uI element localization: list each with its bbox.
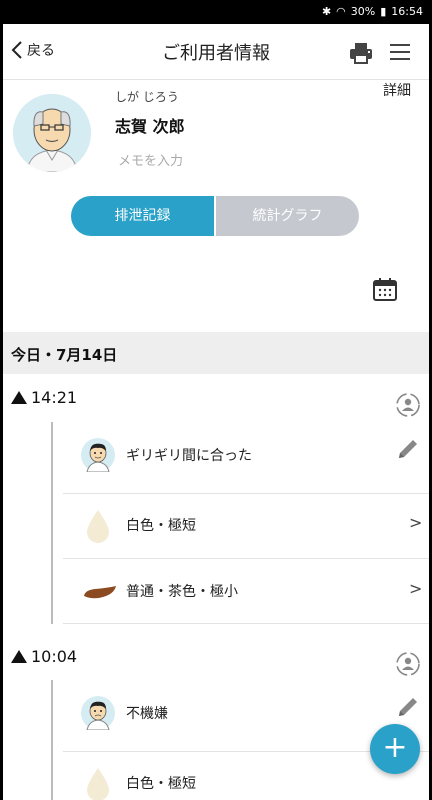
app-header: 戻る ご利用者情報 <box>3 24 429 80</box>
battery-icon: ▮ <box>380 5 387 18</box>
user-name: 志賀 次郎 <box>115 117 185 136</box>
date-label: 今日・7月14日 <box>11 346 118 364</box>
caregiver-avatar-icon <box>81 696 115 730</box>
triangle-icon <box>11 650 27 663</box>
pencil-icon[interactable] <box>395 436 421 462</box>
date-header: 今日・7月14日 <box>3 332 429 374</box>
stool-summary: 普通・茶色・極小 <box>126 584 238 600</box>
comment-text: ギリギリ間に合った <box>126 448 252 464</box>
bluetooth-icon: ✱ <box>321 5 332 18</box>
timeline-line <box>51 680 53 800</box>
pencil-icon[interactable] <box>395 694 421 720</box>
tab-statistics-graph[interactable]: 統計グラフ <box>216 196 359 236</box>
status-bar: ✱ ◠ 30% ▮ 16:54 <box>3 0 429 24</box>
comment-text: 不機嫌 <box>126 706 168 722</box>
caregiver-sync-icon[interactable] <box>395 392 421 418</box>
wifi-icon: ◠ <box>336 5 346 18</box>
urine-summary: 白色・極短 <box>126 518 196 534</box>
caregiver-sync-icon[interactable] <box>395 651 421 677</box>
memo-input[interactable]: メモを入力 <box>118 150 183 169</box>
battery-percent: 30% <box>350 5 376 18</box>
urine-drop-icon <box>87 510 109 543</box>
add-record-button[interactable]: + <box>370 724 420 774</box>
hamburger-menu-icon[interactable] <box>388 42 412 62</box>
entry-time: 14:21 <box>11 388 77 407</box>
triangle-icon <box>11 391 27 404</box>
view-tabs: 排泄記録 統計グラフ <box>71 196 359 236</box>
list-item[interactable]: 普通・茶色・極小 > <box>63 560 429 624</box>
status-indicators: ✱ ◠ 30% ▮ 16:54 <box>322 5 423 19</box>
entry-time-label: 14:21 <box>31 388 78 407</box>
entry-time-label: 10:04 <box>31 647 78 666</box>
timeline-line <box>51 422 53 624</box>
caregiver-avatar-icon <box>81 438 115 472</box>
chevron-right-icon: > <box>409 579 423 598</box>
calendar-icon[interactable] <box>372 276 398 302</box>
row-divider <box>63 623 429 624</box>
user-avatar <box>13 94 91 172</box>
user-name-kana: しが じろう <box>115 90 179 104</box>
detail-link[interactable]: 詳細 <box>383 80 411 100</box>
entry-time: 10:04 <box>11 647 77 666</box>
tab-excretion-log[interactable]: 排泄記録 <box>71 196 214 236</box>
app-screen: ✱ ◠ 30% ▮ 16:54 戻る ご利用者情報 しが じろう 志賀 次郎 メ… <box>3 0 429 800</box>
urine-drop-icon <box>87 768 109 800</box>
list-item[interactable]: 白色・極短 > <box>63 494 429 558</box>
elderly-man-avatar-icon <box>13 94 91 172</box>
print-icon[interactable] <box>349 42 373 64</box>
row-divider <box>63 558 429 559</box>
urine-summary: 白色・極短 <box>126 776 196 792</box>
list-item[interactable]: ギリギリ間に合った <box>63 424 429 488</box>
chevron-right-icon: > <box>409 513 423 532</box>
clock: 16:54 <box>391 5 423 18</box>
stool-icon <box>84 586 116 599</box>
